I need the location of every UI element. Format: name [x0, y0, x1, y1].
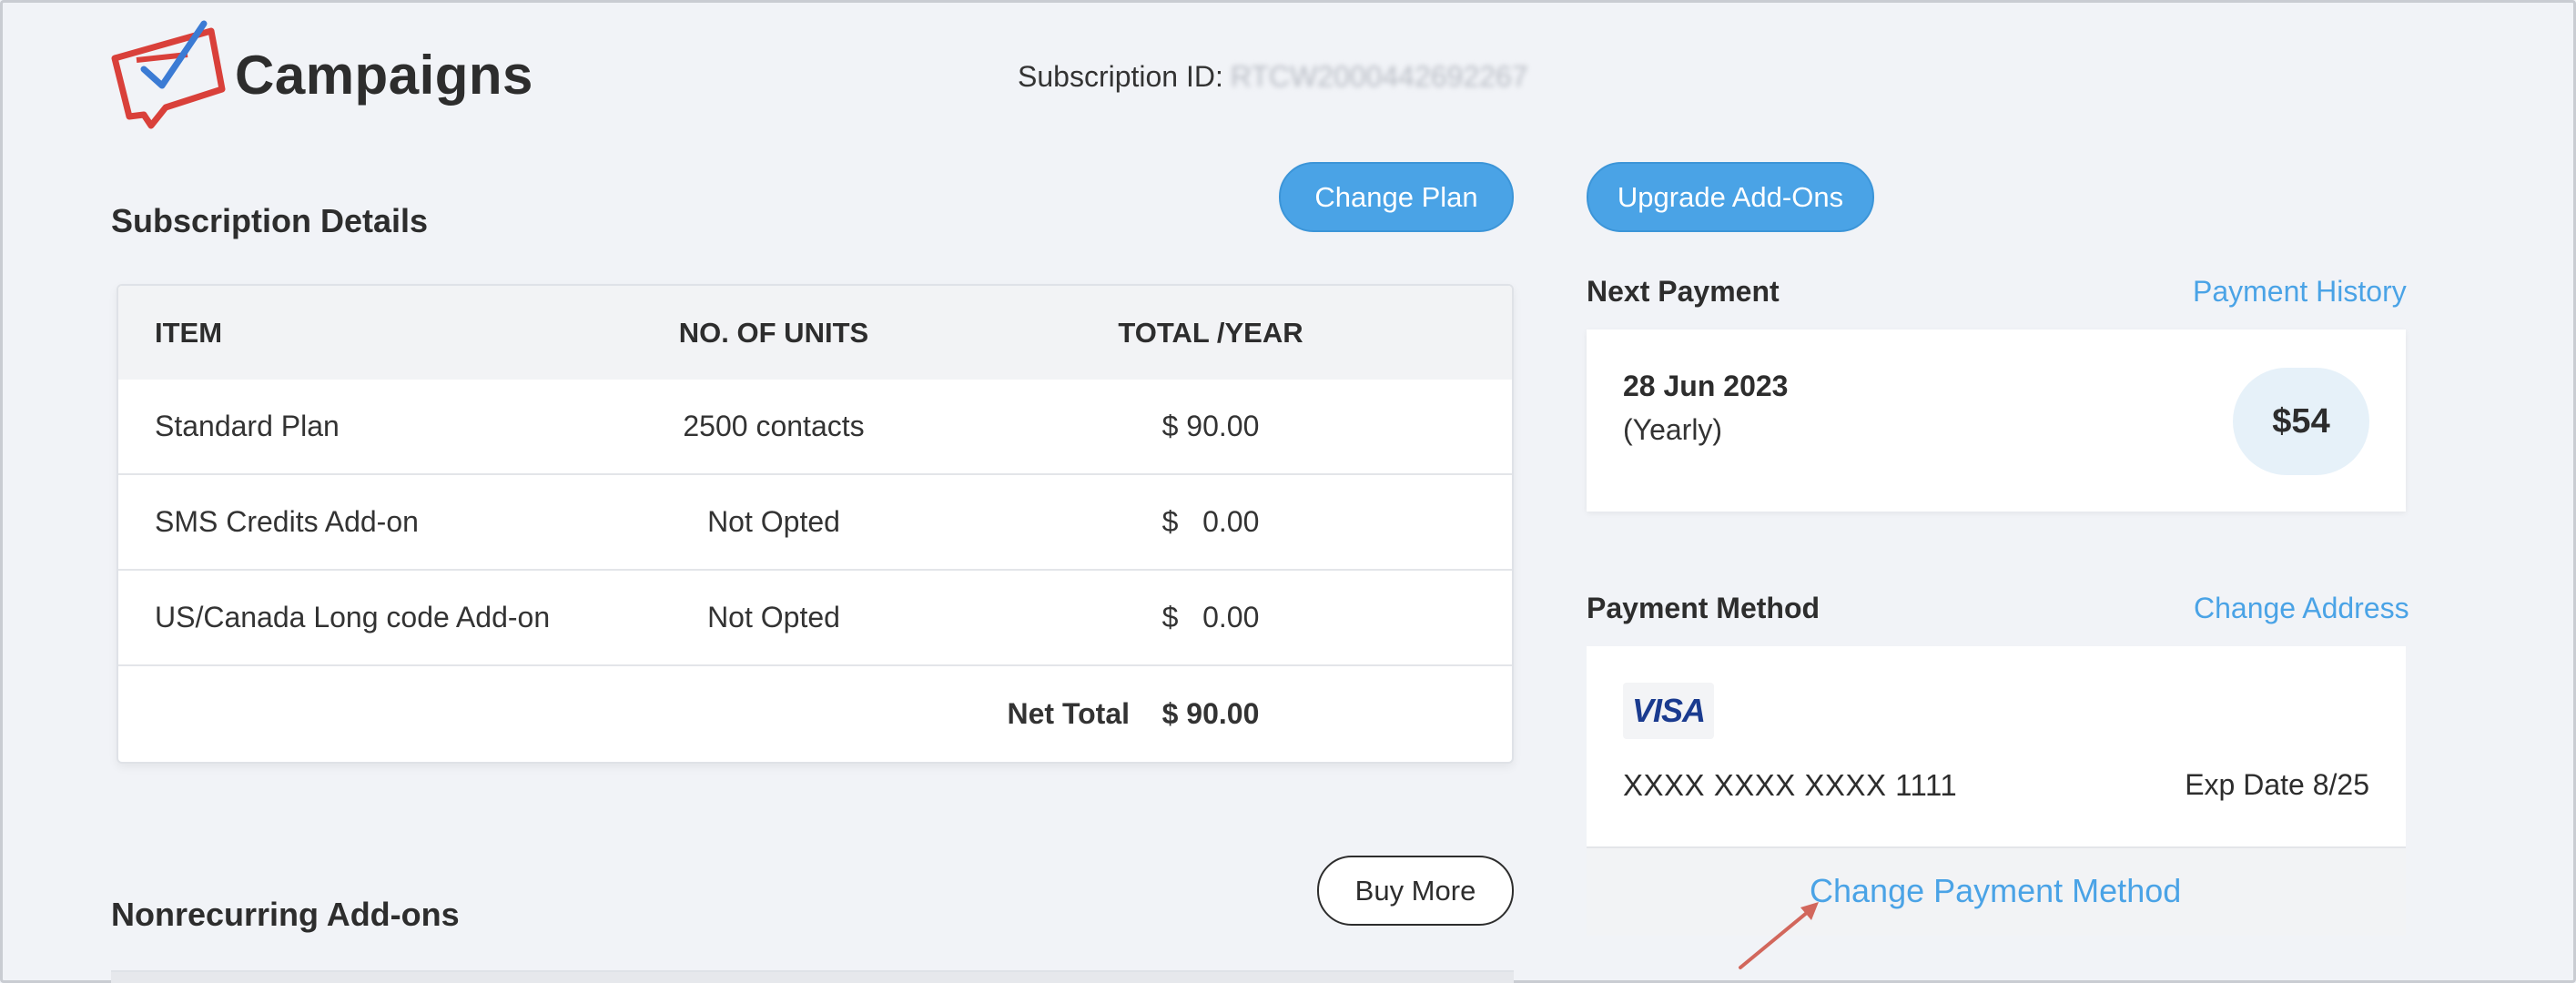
nonrecurring-addons-title: Nonrecurring Add-ons: [111, 896, 460, 933]
payment-method-card: VISA XXXX XXXX XXXX 1111 Exp Date 8/25: [1587, 646, 2406, 848]
table-header-row: ITEM NO. OF UNITS TOTAL /YEAR: [118, 286, 1512, 380]
row-total: $ 0.00: [1161, 601, 1260, 633]
change-payment-method-link[interactable]: Change Payment Method: [1810, 872, 2181, 910]
app-title: Campaigns: [235, 45, 533, 106]
table-row: SMS Credits Add-on Not Opted $ 0.00: [118, 475, 1512, 571]
row-units: Not Opted: [707, 505, 840, 538]
next-payment-cycle: (Yearly): [1623, 413, 1723, 446]
subscription-id: Subscription ID: RTCW2000442692267: [1018, 60, 1528, 94]
next-payment-amount: $54: [2233, 368, 2369, 475]
payment-history-link[interactable]: Payment History: [2193, 275, 2407, 309]
annotation-arrow-icon: [1729, 897, 1830, 974]
row-total: $ 0.00: [1161, 505, 1260, 538]
row-item: Standard Plan: [155, 410, 340, 442]
subscription-table: ITEM NO. OF UNITS TOTAL /YEAR Standard P…: [117, 284, 1514, 764]
campaigns-logo-icon: [109, 18, 231, 133]
card-expiry: Exp Date 8/25: [2185, 768, 2369, 801]
payment-method-label: Payment Method: [1587, 592, 1820, 624]
table-row: Standard Plan 2500 contacts $ 90.00: [118, 380, 1512, 475]
column-header-units: NO. OF UNITS: [678, 316, 869, 349]
upgrade-addons-button[interactable]: Upgrade Add-Ons: [1587, 162, 1874, 232]
subscription-id-value: RTCW2000442692267: [1230, 60, 1528, 93]
table-row: US/Canada Long code Add-on Not Opted $ 0…: [118, 571, 1512, 666]
next-payment-card: 28 Jun 2023 (Yearly) $54: [1587, 329, 2406, 512]
row-item: US/Canada Long code Add-on: [155, 601, 551, 633]
row-total: $ 90.00: [1161, 410, 1260, 442]
card-number: XXXX XXXX XXXX 1111: [1623, 768, 1958, 802]
subscription-id-label: Subscription ID:: [1018, 60, 1223, 93]
row-units: Not Opted: [707, 601, 840, 633]
buy-more-button[interactable]: Buy More: [1317, 856, 1514, 926]
change-address-link[interactable]: Change Address: [2194, 592, 2409, 625]
column-header-total: TOTAL /YEAR: [1118, 316, 1303, 349]
subscription-details-title: Subscription Details: [111, 202, 429, 239]
nonrecurring-table-top: [111, 970, 1514, 983]
row-item: SMS Credits Add-on: [155, 505, 419, 538]
net-total-row: Net Total $ 90.00: [118, 666, 1512, 762]
column-header-item: ITEM: [155, 316, 223, 349]
next-payment-label: Next Payment: [1587, 275, 1780, 308]
net-total-value: $ 90.00: [1161, 697, 1260, 730]
visa-card-icon: VISA: [1623, 683, 1714, 739]
change-plan-button[interactable]: Change Plan: [1279, 162, 1514, 232]
next-payment-date: 28 Jun 2023: [1623, 370, 1789, 402]
row-units: 2500 contacts: [683, 410, 865, 442]
